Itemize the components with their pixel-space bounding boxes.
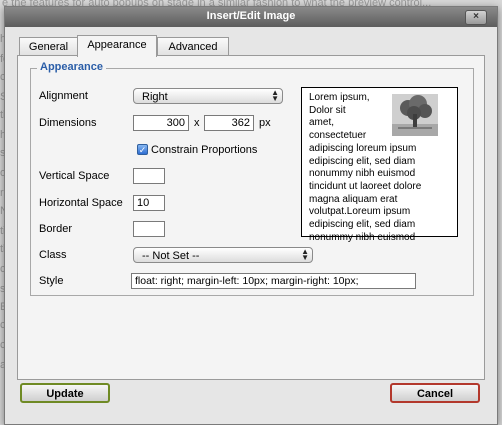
alignment-select[interactable]: Right ▲ ▼ [133,88,283,104]
image-preview: Lorem ipsum, Dolor sit amet, consectetue… [301,87,458,243]
style-input[interactable]: float: right; margin-left: 10px; margin-… [131,273,416,289]
dimensions-label: Dimensions [39,117,97,129]
class-label: Class [39,249,67,261]
border-input[interactable] [133,221,165,237]
cancel-button[interactable]: Cancel [390,383,480,403]
tab-appearance[interactable]: Appearance [77,35,157,57]
appearance-legend: Appearance [37,61,106,73]
insert-edit-image-dialog: Insert/Edit Image × General Appearance A… [4,6,498,425]
constrain-proportions-label: Constrain Proportions [151,144,258,156]
border-label: Border [39,223,73,235]
width-input[interactable]: 300 [133,115,189,131]
tab-general[interactable]: General [19,37,78,56]
class-select[interactable]: -- Not Set -- ▲ ▼ [133,247,313,263]
horizontal-space-input[interactable]: 10 [133,195,165,211]
tab-advanced[interactable]: Advanced [157,37,229,56]
appearance-panel: Appearance Alignment Right ▲ ▼ Dimensions… [17,55,485,380]
alignment-label: Alignment [39,90,88,102]
appearance-fieldset: Appearance Alignment Right ▲ ▼ Dimensions… [30,61,474,296]
class-value: -- Not Set -- [142,250,200,262]
vertical-space-input[interactable] [133,168,165,184]
tree-image-thumbnail [392,94,438,136]
height-input[interactable]: 362 [204,115,254,131]
update-button[interactable]: Update [20,383,110,403]
alignment-value: Right [142,91,168,103]
constrain-proportions-checkbox[interactable]: ✓ [137,144,148,155]
close-icon[interactable]: × [465,10,487,25]
dialog-title: Insert/Edit Image [206,10,296,22]
dimensions-unit: px [259,117,271,129]
style-label: Style [39,275,64,287]
select-arrows-icon: ▲ ▼ [301,247,309,262]
dimensions-separator: x [194,117,200,129]
horizontal-space-label: Horizontal Space [39,197,123,209]
select-arrows-icon: ▲ ▼ [271,88,279,103]
vertical-space-label: Vertical Space [39,170,110,182]
dialog-titlebar[interactable]: Insert/Edit Image × [5,7,497,27]
